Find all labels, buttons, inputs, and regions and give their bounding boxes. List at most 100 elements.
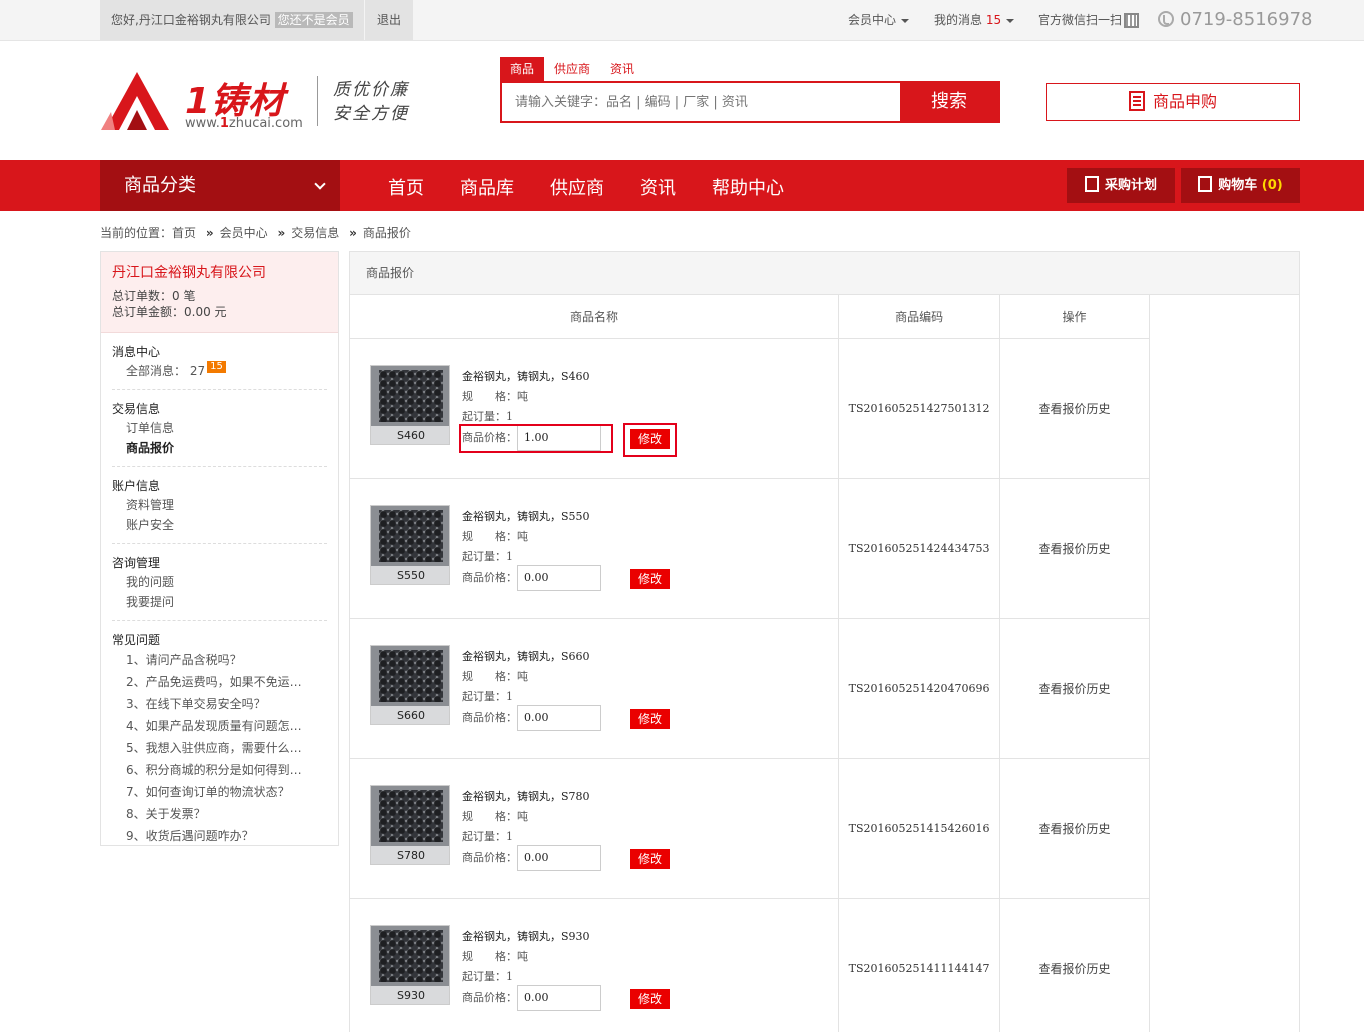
modify-button[interactable]: 修改: [630, 428, 670, 449]
table-row: S780 金裕钢丸，铸钢丸，S780 规 格：吨 起订量：1 商品价格： 修改 …: [350, 758, 1150, 899]
faq-item[interactable]: 4、如果产品发现质量有问题怎么办？: [112, 715, 302, 737]
price-label: 商品价格：: [462, 430, 517, 444]
goods-image[interactable]: S460: [370, 364, 450, 445]
breadcrumb-member-center[interactable]: 会员中心: [220, 226, 268, 240]
price-row: 商品价格：: [462, 844, 601, 871]
goods-name[interactable]: 金裕钢丸，铸钢丸，S550: [462, 507, 590, 527]
sidebar-section-account: 账户信息 资料管理 账户安全: [112, 467, 327, 544]
all-messages-count: 27: [189, 364, 206, 378]
goods-name[interactable]: 金裕钢丸，铸钢丸，S930: [462, 927, 590, 947]
operation-cell: 查看报价历史: [999, 618, 1150, 759]
view-history-link[interactable]: 查看报价历史: [1039, 962, 1111, 976]
member-center-menu[interactable]: 会员中心: [848, 0, 910, 40]
faq-item[interactable]: 3、在线下单交易安全吗？: [112, 693, 302, 715]
nav-supplier[interactable]: 供应商: [532, 160, 622, 218]
steel-shot-image: [379, 929, 443, 982]
nav-home[interactable]: 首页: [370, 160, 442, 218]
goods-image[interactable]: S780: [370, 784, 450, 865]
operation-cell: 查看报价历史: [999, 758, 1150, 899]
goods-code: TS201605251424434753: [838, 478, 1001, 619]
search-tab-goods[interactable]: 商品: [500, 57, 545, 81]
cart-button[interactable]: 购物车 (0): [1181, 168, 1300, 203]
cart-icon: [1198, 176, 1213, 192]
sidebar-item-profile[interactable]: 资料管理: [112, 495, 302, 515]
sidebar-item-orders[interactable]: 订单信息: [112, 418, 302, 438]
goods-info: S660 金裕钢丸，铸钢丸，S660 规 格：吨 起订量：1 商品价格： 修改: [350, 619, 838, 758]
phone-number: 0719-8516978: [1180, 9, 1313, 30]
faq-item[interactable]: 5、我想入驻供应商，需要什么条件？: [112, 737, 302, 759]
member-tag[interactable]: 您还不是会员: [274, 12, 353, 28]
sidebar-item-my-questions[interactable]: 我的问题: [112, 572, 302, 592]
sidebar-item-quotes[interactable]: 商品报价: [112, 438, 302, 458]
operation-cell: 查看报价历史: [999, 478, 1150, 619]
breadcrumb-trade-info[interactable]: 交易信息: [291, 226, 339, 240]
view-history-link[interactable]: 查看报价历史: [1039, 402, 1111, 416]
goods-info: S550 金裕钢丸，铸钢丸，S550 规 格：吨 起订量：1 商品价格： 修改: [350, 479, 838, 618]
sidebar-section-consult: 咨询管理 我的问题 我要提问: [112, 544, 327, 621]
sidebar-item-ask[interactable]: 我要提问: [112, 592, 302, 612]
top-bar: 您好,丹江口金裕钢丸有限公司 您还不是会员 退出 会员中心 我的消息 15 官方…: [0, 0, 1364, 41]
price-label: 商品价格：: [462, 570, 517, 584]
moq-value: 1: [506, 549, 513, 563]
faq-item[interactable]: 9、收货后遇问题咋办？: [112, 825, 302, 847]
goods-code: TS201605251411144147: [838, 898, 1001, 1032]
order-count: 总订单数：0 笔: [112, 289, 196, 303]
modify-button[interactable]: 修改: [630, 848, 670, 869]
modify-button[interactable]: 修改: [630, 568, 670, 589]
breadcrumb-label: 当前的位置：: [100, 226, 173, 240]
qr-code-icon: [1124, 13, 1140, 28]
view-history-link[interactable]: 查看报价历史: [1039, 542, 1111, 556]
nav-news[interactable]: 资讯: [622, 160, 694, 218]
price-input[interactable]: [517, 844, 601, 871]
chevron-down-icon: [901, 18, 910, 23]
goods-details: 金裕钢丸，铸钢丸，S930 规 格：吨 起订量：1: [462, 927, 590, 987]
modify-button[interactable]: 修改: [630, 988, 670, 1009]
purchase-plan-button[interactable]: 采购计划: [1067, 168, 1175, 203]
logout-link[interactable]: 退出: [365, 0, 413, 40]
faq-item[interactable]: 6、积分商城的积分是如何得到的？: [112, 759, 302, 781]
sidebar-heading-trade: 交易信息: [112, 402, 161, 416]
clipboard-icon: [1084, 176, 1099, 192]
price-input[interactable]: [517, 984, 601, 1011]
search-tab-news[interactable]: 资讯: [600, 57, 644, 81]
search-tab-supplier[interactable]: 供应商: [544, 57, 600, 81]
view-history-link[interactable]: 查看报价历史: [1039, 822, 1111, 836]
faq-item[interactable]: 2、产品免运费吗，如果不免运费怎么算？: [112, 671, 302, 693]
faq-item[interactable]: 1、请问产品含税吗？: [112, 649, 302, 671]
goods-image[interactable]: S550: [370, 504, 450, 585]
sidebar-heading-messages: 消息中心: [112, 345, 161, 359]
price-input[interactable]: [517, 564, 601, 591]
goods-name[interactable]: 金裕钢丸，铸钢丸，S460: [462, 367, 590, 387]
goods-apply-button[interactable]: 商品申购: [1046, 83, 1300, 121]
modify-button[interactable]: 修改: [630, 708, 670, 729]
nav-goods-library[interactable]: 商品库: [442, 160, 532, 218]
quote-panel: 商品报价 商品名称 商品编码 操作 S460 金裕钢丸，铸钢丸，S460 规 格…: [349, 251, 1300, 1032]
goods-name[interactable]: 金裕钢丸，铸钢丸，S780: [462, 787, 590, 807]
price-row: 商品价格：: [462, 424, 601, 451]
breadcrumb-home[interactable]: 首页: [172, 226, 196, 240]
search-button[interactable]: 搜索: [900, 83, 998, 121]
goods-image[interactable]: S930: [370, 924, 450, 1005]
table-row: S550 金裕钢丸，铸钢丸，S550 规 格：吨 起订量：1 商品价格： 修改 …: [350, 478, 1150, 619]
operation-cell: 查看报价历史: [999, 898, 1150, 1032]
faq-item[interactable]: 7、如何查询订单的物流状态？: [112, 781, 302, 803]
price-row: 商品价格：: [462, 564, 601, 591]
view-history-link[interactable]: 查看报价历史: [1039, 682, 1111, 696]
goods-moq: 起订量：1: [462, 687, 590, 707]
goods-name[interactable]: 金裕钢丸，铸钢丸，S660: [462, 647, 590, 667]
wechat-qr[interactable]: 官方微信扫一扫: [1038, 0, 1140, 40]
faq-item[interactable]: 8、关于发票？: [112, 803, 302, 825]
sidebar-item-security[interactable]: 账户安全: [112, 515, 302, 535]
my-messages-label: 我的消息: [934, 13, 983, 27]
category-menu[interactable]: 商品分类: [100, 160, 340, 211]
nav-help[interactable]: 帮助中心: [694, 160, 802, 218]
goods-image[interactable]: S660: [370, 644, 450, 725]
sidebar-heading-faq: 常见问题: [112, 633, 161, 647]
sidebar-item-all-messages[interactable]: 全部消息： 27 15: [112, 361, 302, 381]
price-input[interactable]: [517, 424, 601, 451]
my-messages-menu[interactable]: 我的消息 15: [934, 0, 1015, 40]
price-input[interactable]: [517, 704, 601, 731]
search-input[interactable]: [502, 83, 902, 121]
chevron-down-icon: [314, 178, 326, 190]
moq-value: 1: [506, 689, 513, 703]
